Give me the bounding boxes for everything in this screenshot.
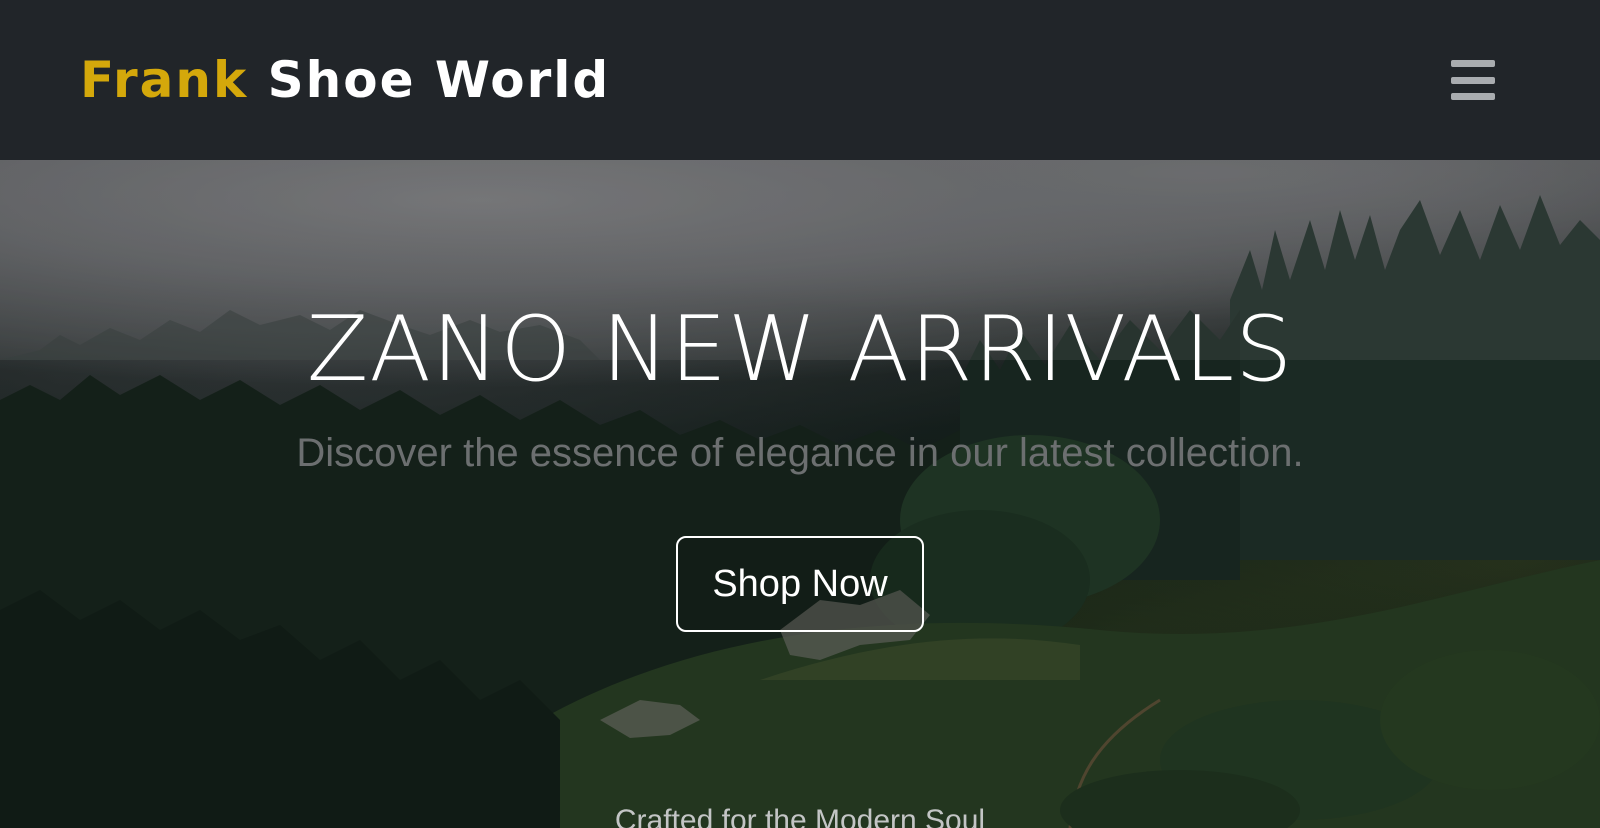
- brand-name-text: Shoe World: [267, 51, 611, 109]
- hero-subtitle: Discover the essence of elegance in our …: [296, 431, 1304, 475]
- navbar: Frank Shoe World: [0, 0, 1600, 160]
- menu-bar: [1451, 93, 1495, 100]
- brand-accent-text: Frank: [80, 51, 249, 109]
- hamburger-menu-icon[interactable]: [1448, 55, 1498, 105]
- menu-bar: [1451, 76, 1495, 84]
- hero-section: ZANO NEW ARRIVALS Discover the essence o…: [0, 160, 1600, 828]
- page: Frank Shoe World ZANO NEW ARRIVALS Disco…: [0, 0, 1600, 828]
- hero-title: ZANO NEW ARRIVALS: [306, 297, 1294, 403]
- forest-background-image: [0, 160, 1600, 828]
- shop-now-button[interactable]: Shop Now: [676, 536, 924, 632]
- brand-logo[interactable]: Frank Shoe World: [80, 48, 610, 112]
- hero-tagline: Crafted for the Modern Soul: [614, 804, 986, 828]
- menu-bar: [1451, 60, 1495, 67]
